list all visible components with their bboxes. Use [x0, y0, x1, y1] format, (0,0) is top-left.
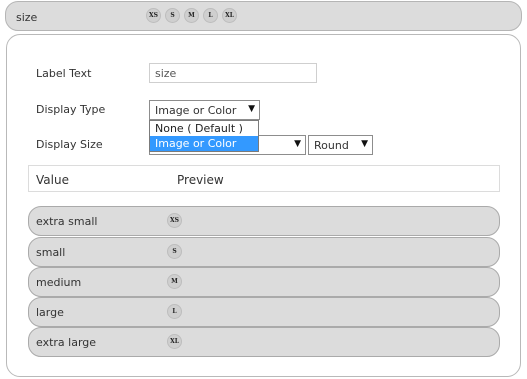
display-type-select[interactable]: Image or Color ▼: [149, 100, 260, 120]
swatch-l: L: [203, 8, 218, 23]
table-row[interactable]: extra large XL: [28, 327, 500, 357]
display-type-value: Image or Color: [155, 104, 237, 117]
swatch-xs: XS: [146, 8, 161, 23]
row-preview-swatch: XS: [167, 213, 182, 228]
row-value: large: [36, 306, 64, 319]
row-preview-swatch: M: [167, 274, 182, 289]
swatch-s: S: [165, 8, 180, 23]
column-preview: Preview: [177, 173, 224, 187]
option-image-or-color[interactable]: Image or Color: [150, 136, 258, 151]
attribute-title: size: [16, 11, 38, 24]
dropdown-arrow-icon: ▼: [294, 139, 301, 149]
display-type-dropdown[interactable]: None ( Default ) Image or Color: [149, 120, 259, 152]
dropdown-arrow-icon: ▼: [248, 104, 255, 114]
row-value: small: [36, 246, 66, 259]
row-value: extra large: [36, 336, 97, 349]
label-text-label: Label Text: [36, 67, 92, 80]
label-text-input[interactable]: [149, 63, 317, 83]
row-preview-swatch: XL: [167, 334, 182, 349]
display-size-label: Display Size: [36, 138, 103, 151]
swatch-m: M: [184, 8, 199, 23]
swatch-list: XS S M L XL: [146, 8, 237, 23]
dropdown-arrow-icon: ▼: [361, 139, 368, 149]
row-value: extra small: [36, 215, 98, 228]
values-table-header: Value Preview: [28, 165, 500, 192]
display-shape-value: Round: [314, 139, 349, 152]
table-row[interactable]: extra small XS: [28, 206, 500, 236]
column-value: Value: [36, 173, 69, 187]
table-row[interactable]: medium M: [28, 267, 500, 297]
table-row[interactable]: large L: [28, 297, 500, 327]
row-value: medium: [36, 276, 82, 289]
option-none-default[interactable]: None ( Default ): [150, 121, 258, 136]
swatch-xl: XL: [222, 8, 237, 23]
row-preview-swatch: S: [167, 244, 182, 259]
display-shape-select[interactable]: Round ▼: [308, 135, 373, 155]
table-row[interactable]: small S: [28, 237, 500, 267]
row-preview-swatch: L: [167, 304, 182, 319]
attribute-header[interactable]: size XS S M L XL: [5, 1, 522, 31]
display-type-label: Display Type: [36, 103, 106, 116]
attribute-settings-panel: Label Text Display Type Image or Color ▼…: [6, 34, 521, 377]
